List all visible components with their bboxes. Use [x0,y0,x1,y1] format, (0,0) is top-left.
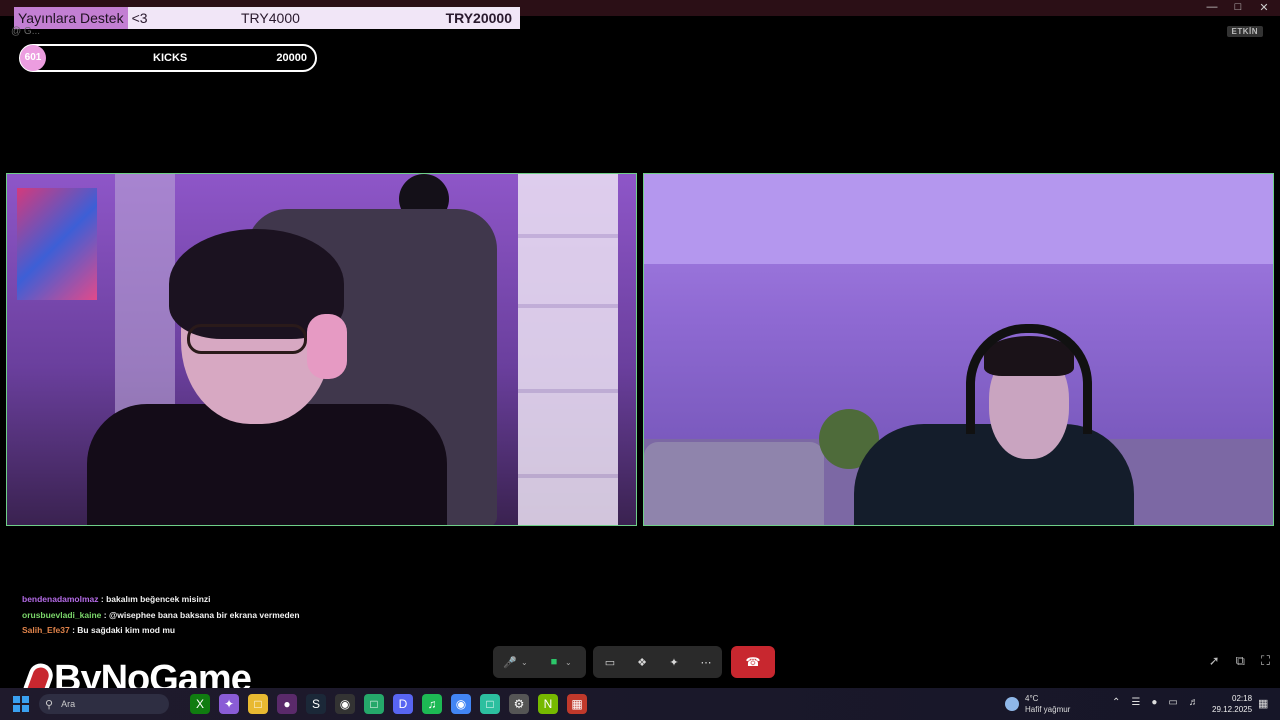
hangup-icon: ☎ [745,655,761,669]
donation-heart: <3 [131,10,148,26]
app-icon[interactable]: □ [480,694,500,714]
camera-icon[interactable]: ■ [543,651,565,673]
display-icon[interactable]: ▭ [1168,697,1177,708]
wall-poster [17,188,97,300]
system-tray: ⌃ ☰ ● ▭ ♬ [1112,697,1199,708]
clock[interactable]: 02:18 29.12.2025 [1212,693,1252,715]
mic-tray-icon[interactable]: ● [1151,697,1157,708]
room-ceiling [644,174,1273,264]
pin-icon[interactable]: ➚ [1209,653,1220,669]
chat-username: Salih_Efe37 [22,625,70,635]
chat-text: bakalım beğencek misinzi [106,594,211,604]
chat-text: @wisephee bana baksana bir ekrana vermed… [108,609,300,620]
chat-separator: : [101,609,109,620]
windows-icon [22,696,29,703]
chat-username: orusbuevladi_kaine [22,609,102,620]
folder-icon[interactable]: □ [248,694,268,714]
weather-icon [1005,697,1019,711]
sofa-back [644,442,824,525]
call-actions: ▭ ❖ ✦ ⋯ [593,646,722,678]
chat-message: bendenadamolmaz : bakalım beğencek misin… [22,592,300,608]
notification-icon[interactable]: ▦ [1258,697,1268,710]
weather-desc: Hafif yağmur [1025,705,1071,714]
discord-icon[interactable]: D [393,694,413,714]
glasses [187,324,307,354]
app-icon[interactable]: ● [277,694,297,714]
chat-message: Salih_Efe37 : Bu sağdaki kim mod mu [22,623,300,639]
chat-overlay: bendenadamolmaz : bakalım beğencek misin… [22,592,300,639]
bookshelf-right [518,174,618,525]
taskbar-apps: X ✦ □ ● S ◉ □ D ♫ ◉ □ ⚙ N ▦ [190,694,587,714]
connection-text: @ G... [11,26,41,37]
status-badge: ETKİN [1226,26,1263,37]
network-icon[interactable]: ☰ [1131,697,1140,708]
search-icon: ⚲ [45,698,54,711]
winrar-icon[interactable]: ▦ [567,694,587,714]
mic-icon[interactable]: 🎤 [499,651,521,673]
shelf-board [518,234,618,238]
chrome-icon[interactable]: ◉ [451,694,471,714]
nvidia-icon[interactable]: N [538,694,558,714]
chat-username: bendenadamolmaz [22,594,99,604]
windows-icon [13,696,20,703]
weather-temp: 4°C [1025,694,1039,703]
xbox-icon[interactable]: X [190,694,210,714]
chevron-down-icon[interactable]: ⌄ [521,658,533,667]
apps-icon[interactable]: ❖ [631,651,653,673]
maximize-icon[interactable]: □ [1232,1,1244,14]
share-screen-icon[interactable]: ▭ [599,651,621,673]
media-controls: 🎤 ⌄ ■ ⌄ [493,646,586,678]
windows-icon [13,705,20,712]
view-tools: ➚ ⧉ ⛶ [1209,653,1270,669]
window-controls: — □ ✕ [1206,1,1270,14]
steam-icon[interactable]: S [306,694,326,714]
chat-text: Bu sağdaki kim mod mu [77,625,176,635]
taskbar-search[interactable]: ⚲ Ara [39,694,169,714]
donation-goal-bar: Yayınlara Destek <3 TRY4000 TRY20000 [14,7,520,29]
settings-icon[interactable]: ⚙ [509,694,529,714]
effects-icon[interactable]: ✦ [663,651,685,673]
minimize-icon[interactable]: — [1206,1,1218,14]
chat-separator: : [98,594,107,604]
participant-body [854,424,1134,525]
fullscreen-icon[interactable]: ⛶ [1261,653,1270,669]
app-icon[interactable]: □ [364,694,384,714]
video-tile-right[interactable] [643,173,1274,526]
kicks-goal: 20000 [276,52,307,64]
expand-icon[interactable]: ⧉ [1236,653,1245,669]
clock-date: 29.12.2025 [1212,705,1253,714]
chevron-up-icon[interactable]: ⌃ [1112,697,1120,708]
shelf-board [518,389,618,393]
volume-icon[interactable]: ♬ [1189,697,1199,708]
taskbar: ⚲ Ara X ✦ □ ● S ◉ □ D ♫ ◉ □ ⚙ N ▦ 4°C Ha… [0,688,1280,720]
kicks-count: 601 [20,45,46,71]
obs-icon[interactable]: ◉ [335,694,355,714]
donation-goal: TRY20000 [445,10,512,26]
clock-time: 02:18 [1232,694,1253,703]
chat-message: orusbuevladi_kaine : @wisephee bana baks… [22,608,300,624]
more-icon[interactable]: ⋯ [695,651,717,673]
close-icon[interactable]: ✕ [1258,1,1270,14]
kicks-label: KICKS [153,52,188,64]
start-button[interactable] [13,696,29,712]
windows-icon [22,705,29,712]
shelf-board [518,304,618,308]
headphones [307,314,347,379]
weather-widget[interactable]: 4°C Hafif yağmur [1005,693,1070,715]
chevron-down-icon[interactable]: ⌄ [565,658,577,667]
donation-current: TRY4000 [241,10,300,26]
search-placeholder: Ara [61,699,76,709]
video-tile-left[interactable] [6,173,637,526]
spotify-icon[interactable]: ♫ [422,694,442,714]
shelf-board [518,474,618,478]
hangup-button[interactable]: ☎ [731,646,775,678]
headphones [966,324,1092,434]
kicks-goal-widget: 601 KICKS 20000 [19,44,317,72]
copilot-icon[interactable]: ✦ [219,694,239,714]
